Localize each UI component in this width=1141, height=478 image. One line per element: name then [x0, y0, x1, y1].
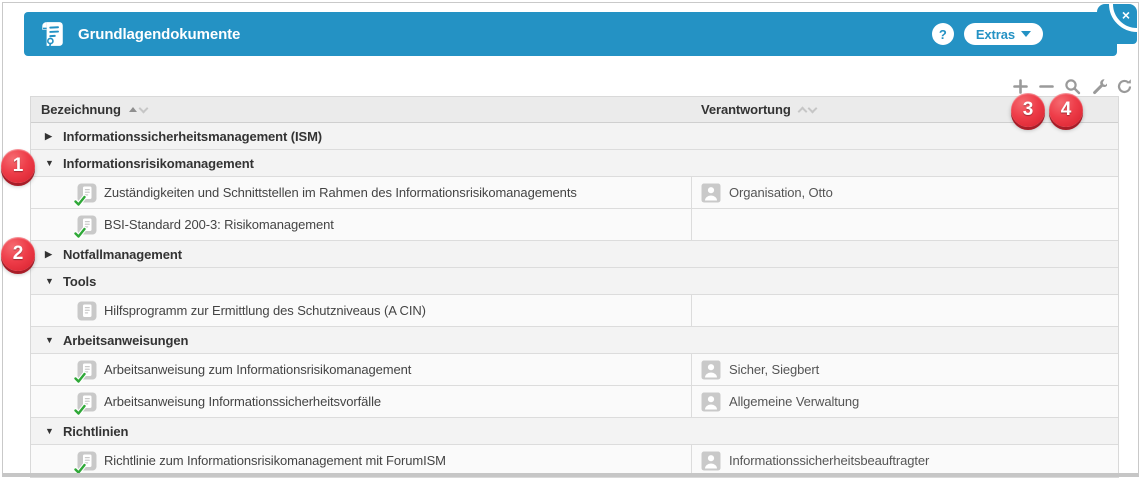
document-title[interactable]: Zuständigkeiten und Schnittstellen im Ra… — [104, 185, 577, 200]
extras-button[interactable]: Extras — [964, 23, 1043, 45]
sort-desc-icon — [138, 103, 148, 113]
check-icon — [74, 404, 86, 416]
bezeichnung-cell: Arbeitsanweisung zum Informationsrisikom… — [31, 354, 691, 385]
document-row: Zuständigkeiten und Schnittstellen im Ra… — [31, 177, 1118, 209]
group-label: Informationssicherheitsmanagement (ISM) — [63, 129, 322, 144]
person-avatar-icon: Allgemeine Verwaltung — [701, 392, 859, 412]
document-title[interactable]: Hilfsprogramm zur Ermittlung des Schutzn… — [104, 303, 426, 318]
check-icon — [74, 463, 86, 475]
sort-indicator — [129, 107, 147, 112]
grundlagendokumente-window: Grundlagendokumente ? Extras × — [0, 0, 1141, 478]
document-row: Arbeitsanweisung Informationssicherheits… — [31, 386, 1118, 418]
document-row: BSI-Standard 200-3: Risikomanagement — [31, 209, 1118, 241]
documents-table: Bezeichnung Verantwortung ▶ Informations… — [30, 96, 1119, 478]
verantwortung-cell: Informationssicherheitsbeauftragter — [691, 445, 1118, 476]
document-icon — [77, 215, 97, 235]
scroll-document-icon — [38, 20, 66, 48]
expand-toggle-icon: ▼ — [45, 335, 55, 345]
verantwortung-cell: Sicher, Siegbert — [691, 354, 1118, 385]
sort-indicator — [799, 105, 816, 115]
help-icon: ? — [939, 27, 947, 42]
person-avatar-icon: Sicher, Siegbert — [701, 360, 819, 380]
document-title[interactable]: Arbeitsanweisung Informationssicherheits… — [104, 394, 381, 409]
person-avatar-icon: Organisation, Otto — [701, 183, 833, 203]
bezeichnung-cell: Zuständigkeiten und Schnittstellen im Ra… — [31, 177, 691, 208]
group-row[interactable]: ▶ Notfallmanagement — [31, 241, 1118, 268]
annotation-callout-2: 2 — [1, 237, 35, 271]
document-icon — [77, 183, 97, 203]
group-row[interactable]: ▶ Informationssicherheitsmanagement (ISM… — [31, 123, 1118, 150]
title-bar: Grundlagendokumente ? Extras — [24, 12, 1117, 56]
group-row[interactable]: ▼ Tools — [31, 268, 1118, 295]
close-button[interactable]: × — [1097, 4, 1137, 44]
group-label: Informationsrisikomanagement — [63, 156, 254, 171]
bezeichnung-cell: BSI-Standard 200-3: Risikomanagement — [31, 209, 691, 240]
page-title: Grundlagendokumente — [78, 26, 240, 43]
group-label: Richtlinien — [63, 424, 128, 439]
check-icon — [74, 372, 86, 384]
document-title[interactable]: Arbeitsanweisung zum Informationsrisikom… — [104, 362, 411, 377]
group-label: Tools — [63, 274, 96, 289]
document-row: Richtlinie zum Informationsrisikomanagem… — [31, 445, 1118, 477]
group-row[interactable]: ▼ Richtlinien — [31, 418, 1118, 445]
sort-asc-icon — [797, 106, 807, 116]
verantwortung-cell — [691, 295, 1118, 326]
bezeichnung-cell: Arbeitsanweisung Informationssicherheits… — [31, 386, 691, 417]
extras-label: Extras — [976, 27, 1015, 42]
sort-asc-icon — [129, 107, 137, 112]
group-label: Notfallmanagement — [63, 247, 182, 262]
document-icon — [77, 301, 97, 321]
document-icon — [77, 360, 97, 380]
responsible-name: Allgemeine Verwaltung — [729, 394, 859, 409]
expand-toggle-icon: ▼ — [45, 158, 55, 168]
table-body: ▶ Informationssicherheitsmanagement (ISM… — [31, 123, 1118, 477]
refresh-icon[interactable] — [1116, 78, 1133, 95]
document-row: Hilfsprogramm zur Ermittlung des Schutzn… — [31, 295, 1118, 327]
verantwortung-cell — [691, 209, 1118, 240]
document-title[interactable]: Richtlinie zum Informationsrisikomanagem… — [104, 453, 446, 468]
annotation-callout-4: 4 — [1049, 93, 1083, 127]
group-row[interactable]: ▼ Informationsrisikomanagement — [31, 150, 1118, 177]
expand-toggle-icon: ▼ — [45, 276, 55, 286]
wrench-icon[interactable] — [1090, 78, 1107, 95]
document-row: Arbeitsanweisung zum Informationsrisikom… — [31, 354, 1118, 386]
group-row[interactable]: ▼ Arbeitsanweisungen — [31, 327, 1118, 354]
document-icon — [77, 392, 97, 412]
bezeichnung-cell: Hilfsprogramm zur Ermittlung des Schutzn… — [31, 295, 691, 326]
group-label: Arbeitsanweisungen — [63, 333, 188, 348]
responsible-name: Informationssicherheitsbeauftragter — [729, 453, 929, 468]
document-title[interactable]: BSI-Standard 200-3: Risikomanagement — [104, 217, 334, 232]
remove-icon[interactable] — [1038, 78, 1055, 95]
check-icon — [74, 195, 86, 207]
person-avatar-icon: Informationssicherheitsbeauftragter — [701, 451, 929, 471]
check-icon — [74, 227, 86, 239]
close-icon: × — [1122, 7, 1130, 23]
bezeichnung-cell: Richtlinie zum Informationsrisikomanagem… — [31, 445, 691, 476]
annotation-callout-1: 1 — [1, 149, 35, 183]
responsible-name: Sicher, Siegbert — [729, 362, 819, 377]
expand-toggle-icon: ▼ — [45, 426, 55, 436]
dropdown-caret-icon — [1021, 31, 1031, 37]
sort-desc-icon — [807, 103, 817, 113]
document-icon — [77, 451, 97, 471]
column-header-bezeichnung[interactable]: Bezeichnung — [31, 97, 691, 122]
help-button[interactable]: ? — [932, 23, 954, 45]
annotation-callout-3: 3 — [1011, 93, 1045, 127]
responsible-name: Organisation, Otto — [729, 185, 833, 200]
table-header-row: Bezeichnung Verantwortung — [31, 97, 1118, 123]
expand-toggle-icon: ▶ — [45, 249, 55, 260]
verantwortung-cell: Allgemeine Verwaltung — [691, 386, 1118, 417]
verantwortung-cell: Organisation, Otto — [691, 177, 1118, 208]
expand-toggle-icon: ▶ — [45, 131, 55, 142]
